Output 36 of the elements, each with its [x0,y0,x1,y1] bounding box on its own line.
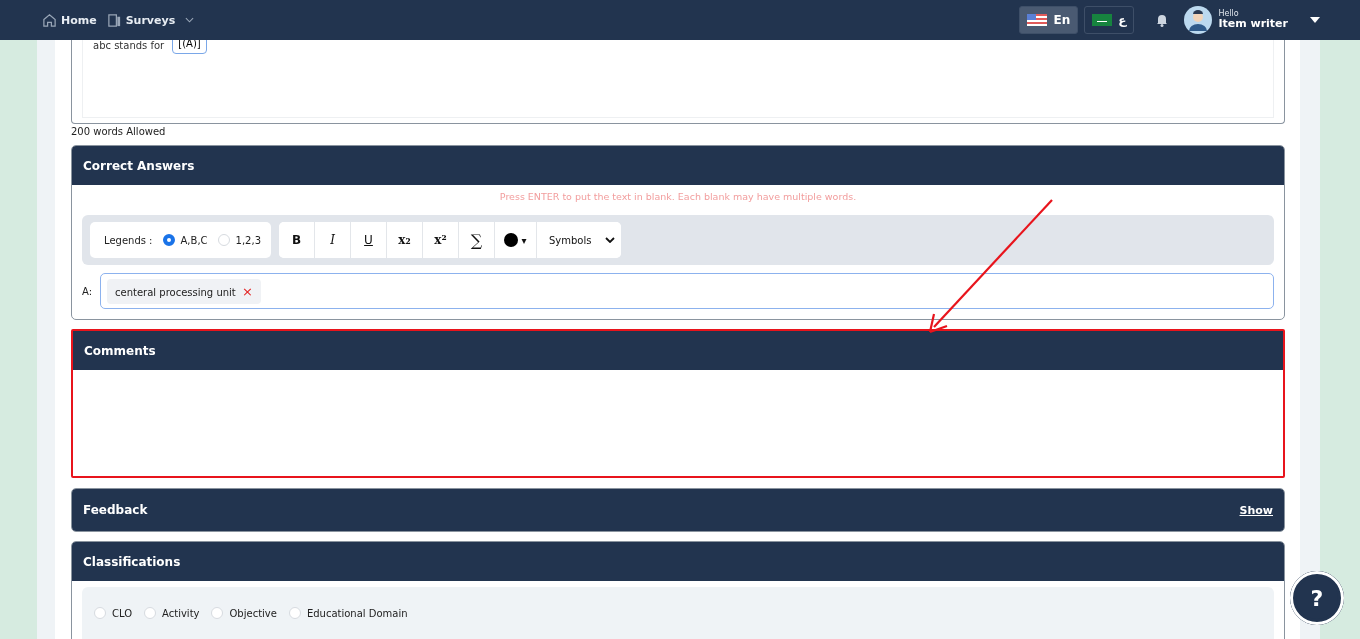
answer-tag: centeral processing unit × [107,278,261,304]
card-title: Comments [84,343,156,358]
classification-option[interactable]: Activity [144,607,200,620]
remove-button[interactable]: × [241,283,253,299]
question-text: abc stands for [93,40,165,51]
format-button[interactable]: B [279,222,315,259]
nav-link[interactable]: Home [42,12,97,28]
legends-label: Legends : [104,234,153,246]
answer-label: A: [82,285,93,297]
nav-link[interactable]: Surveys [106,12,195,28]
user-name: Item writer [1218,18,1288,31]
flag-icon [1027,14,1048,26]
greeting: Hello [1218,9,1240,19]
question-editor[interactable]: abc stands for [(A)] [71,40,1285,124]
home-icon [42,12,57,28]
legend-option[interactable]: 1,2,3 [217,234,261,247]
avatar-icon[interactable] [1184,6,1213,34]
classification-option[interactable]: CLO [94,607,133,620]
chevron-icon [605,237,615,244]
show-link[interactable]: Show [1239,503,1273,517]
legend-option[interactable]: A,B,C [162,234,208,247]
blank-field[interactable]: [(A)] [172,40,207,54]
language-button[interactable]: ع [1084,6,1135,34]
caret-icon[interactable] [1310,17,1320,23]
card-title: Correct Answers [83,158,195,173]
answer-field[interactable]: centeral processing unit × [100,273,1274,310]
card-title: Feedback [83,503,148,518]
language-button[interactable]: En [1019,6,1079,34]
classification-option[interactable]: Educational Domain [288,607,408,620]
hint-text: Press ENTER to put the text in blank. Each blank may have multiple words. [498,190,858,204]
flag-icon [1092,14,1113,26]
book-icon [106,12,122,28]
card-title: Classifications [83,554,181,569]
word-limit: 200 words Allowed [71,126,167,137]
classification-option[interactable]: Objective [211,607,277,620]
help-button[interactable]: ? [1290,571,1344,625]
